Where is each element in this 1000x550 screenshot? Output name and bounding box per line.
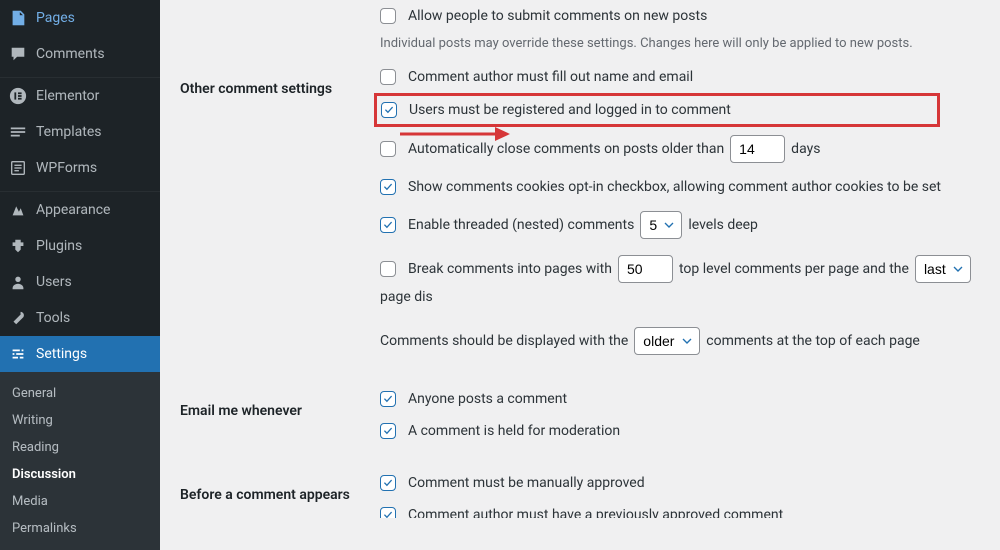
checkbox-label: Comment must be manually approved (408, 475, 645, 491)
menu-settings[interactable]: Settings (0, 336, 160, 372)
menu-label: WPForms (36, 160, 97, 176)
field-email-held: A comment is held for moderation (380, 415, 980, 447)
menu-label: Settings (36, 346, 87, 362)
menu-pages[interactable]: Pages (0, 0, 160, 36)
checkbox-label: Anyone posts a comment (408, 391, 567, 407)
submenu-media[interactable]: Media (0, 488, 160, 515)
checkbox-cookies[interactable] (380, 179, 396, 195)
checkbox-registered[interactable] (381, 102, 397, 118)
checkbox-manual-approve[interactable] (380, 475, 396, 491)
menu-label: Users (36, 274, 72, 290)
checkbox-label: Users must be registered and logged in t… (409, 102, 731, 118)
menu-users[interactable]: Users (0, 264, 160, 300)
row-default-post-settings: Allow people to submit comments on new p… (180, 0, 980, 61)
pages-icon (8, 8, 28, 28)
section-title-email: Email me whenever (180, 383, 380, 419)
label-post: page dis (380, 289, 433, 305)
field-break-pages: Break comments into pages with top level… (380, 247, 980, 313)
section-title-before: Before a comment appears (180, 467, 380, 503)
admin-sidebar: Pages Comments Elementor Templates WPFor… (0, 0, 160, 518)
label-post: levels deep (688, 217, 758, 233)
appearance-icon (8, 200, 28, 220)
input-close-days[interactable] (730, 135, 785, 163)
elementor-icon (8, 86, 28, 106)
checkbox-auto-close[interactable] (380, 141, 396, 157)
menu-plugins[interactable]: Plugins (0, 228, 160, 264)
row-before-appears: Before a comment appears Comment must be… (180, 467, 980, 518)
submenu-writing[interactable]: Writing (0, 407, 160, 434)
label-pre: Break comments into pages with (408, 261, 612, 277)
select-default-page[interactable]: last (915, 255, 971, 283)
label-pre: Comments should be displayed with the (380, 333, 628, 349)
row-label-empty (180, 0, 380, 20)
menu-label: Elementor (36, 88, 99, 104)
description-override: Individual posts may override these sett… (380, 32, 980, 61)
submenu-permalinks[interactable]: Permalinks (0, 515, 160, 542)
field-email-anyone: Anyone posts a comment (380, 383, 980, 415)
menu-label: Comments (36, 46, 105, 62)
settings-submenu: General Writing Reading Discussion Media… (0, 372, 160, 550)
field-threaded: Enable threaded (nested) comments 5 leve… (380, 203, 980, 247)
label-post: comments at the top of each page (706, 333, 920, 349)
tools-icon (8, 308, 28, 328)
menu-templates[interactable]: Templates (0, 114, 160, 150)
wpforms-icon (8, 158, 28, 178)
submenu-discussion[interactable]: Discussion (0, 461, 160, 488)
checkbox-label: Comment author must fill out name and em… (408, 69, 693, 85)
menu-wpforms[interactable]: WPForms (0, 150, 160, 186)
menu-tools[interactable]: Tools (0, 300, 160, 336)
checkbox-break-pages[interactable] (380, 261, 396, 277)
checkbox-threaded[interactable] (380, 217, 396, 233)
field-prev-approved: Comment author must have a previously ap… (380, 499, 980, 518)
field-manual-approve: Comment must be manually approved (380, 467, 980, 499)
checkbox-label: A comment is held for moderation (408, 423, 620, 439)
checkbox-held-moderation[interactable] (380, 423, 396, 439)
field-cookies: Show comments cookies opt-in checkbox, a… (380, 171, 980, 203)
field-allow-comments: Allow people to submit comments on new p… (380, 0, 980, 32)
label-post: days (791, 141, 820, 157)
submenu-reading[interactable]: Reading (0, 434, 160, 461)
settings-content: Allow people to submit comments on new p… (160, 0, 1000, 518)
comments-icon (8, 44, 28, 64)
label-pre: Automatically close comments on posts ol… (408, 141, 724, 157)
input-per-page[interactable] (618, 255, 673, 283)
checkbox-label: Allow people to submit comments on new p… (408, 8, 707, 24)
field-registered-logged-in: Users must be registered and logged in t… (374, 93, 940, 127)
menu-label: Templates (36, 124, 102, 140)
checkbox-allow-comments[interactable] (380, 8, 396, 24)
menu-elementor[interactable]: Elementor (0, 78, 160, 114)
field-auto-close: Automatically close comments on posts ol… (380, 127, 980, 171)
checkbox-name-email[interactable] (380, 69, 396, 85)
select-thread-depth[interactable]: 5 (640, 211, 682, 239)
checkbox-anyone-posts[interactable] (380, 391, 396, 407)
menu-label: Appearance (36, 202, 110, 218)
users-icon (8, 272, 28, 292)
row-email-whenever: Email me whenever Anyone posts a comment… (180, 383, 980, 447)
label-mid: top level comments per page and the (679, 261, 909, 277)
checkbox-label: Show comments cookies opt-in checkbox, a… (408, 179, 941, 195)
settings-icon (8, 344, 28, 364)
checkbox-label: Comment author must have a previously ap… (408, 507, 783, 518)
templates-icon (8, 122, 28, 142)
label-pre: Enable threaded (nested) comments (408, 217, 634, 233)
menu-comments[interactable]: Comments (0, 36, 160, 72)
menu-label: Pages (36, 10, 75, 26)
submenu-general[interactable]: General (0, 380, 160, 407)
menu-appearance[interactable]: Appearance (0, 192, 160, 228)
plugins-icon (8, 236, 28, 256)
menu-label: Tools (36, 310, 70, 326)
menu-label: Plugins (36, 238, 82, 254)
row-other-comment-settings: Other comment settings Comment author mu… (180, 61, 980, 363)
section-title-other: Other comment settings (180, 61, 380, 97)
select-comment-order[interactable]: older (634, 327, 700, 355)
field-name-email: Comment author must fill out name and em… (380, 61, 980, 93)
field-comment-order: Comments should be displayed with the ol… (380, 313, 980, 363)
checkbox-prev-approved[interactable] (380, 507, 396, 518)
